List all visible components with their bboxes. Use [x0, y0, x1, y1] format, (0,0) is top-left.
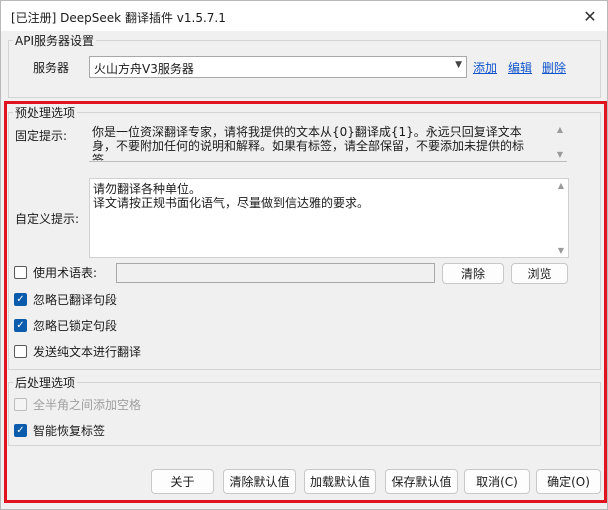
api-server-group-title: API服务器设置: [13, 32, 96, 49]
ok-button[interactable]: 确定(O): [536, 469, 601, 494]
scroll-down-icon: ▼: [557, 246, 565, 255]
add-server-link[interactable]: 添加: [473, 59, 497, 76]
postprocess-group-title: 后处理选项: [13, 374, 78, 391]
server-label: 服务器: [33, 61, 70, 75]
preprocess-group-title: 预处理选项: [13, 104, 78, 121]
glossary-label: 使用术语表:: [33, 266, 98, 280]
scroll-up-icon: ▲: [557, 181, 565, 190]
add-space-row: 全半角之间添加空格: [14, 396, 141, 413]
ignore-translated-checkbox[interactable]: ✓: [14, 293, 27, 306]
glossary-checkbox[interactable]: [14, 266, 27, 279]
custom-prompt-label: 自定义提示:: [15, 212, 80, 226]
delete-server-link[interactable]: 删除: [542, 59, 566, 76]
server-select[interactable]: 火山方舟V3服务器 ▼: [89, 56, 467, 78]
restore-tags-label: 智能恢复标签: [33, 424, 106, 438]
title-bar: [已注册] DeepSeek 翻译插件 v1.5.7.1 ✕: [1, 1, 607, 31]
close-icon[interactable]: ✕: [577, 4, 603, 28]
ignore-locked-row[interactable]: ✓ 忽略已锁定句段: [14, 317, 117, 334]
ignore-translated-row[interactable]: ✓ 忽略已翻译句段: [14, 291, 117, 308]
chevron-down-icon: ▼: [455, 60, 462, 70]
send-plain-text-row[interactable]: 发送纯文本进行翻译: [14, 343, 141, 360]
save-default-button[interactable]: 保存默认值: [385, 469, 458, 494]
load-default-button[interactable]: 加载默认值: [304, 469, 376, 494]
glossary-path-field: [116, 263, 435, 283]
clear-default-button[interactable]: 清除默认值: [223, 469, 296, 494]
ignore-translated-label: 忽略已翻译句段: [33, 293, 118, 307]
scroll-up-icon: ▲: [556, 125, 564, 134]
restore-tags-row[interactable]: ✓ 智能恢复标签: [14, 422, 105, 439]
window-title: [已注册] DeepSeek 翻译插件 v1.5.7.1: [11, 11, 226, 25]
ignore-locked-label: 忽略已锁定句段: [33, 319, 118, 333]
add-space-label: 全半角之间添加空格: [33, 398, 142, 412]
edit-server-link[interactable]: 编辑: [508, 59, 532, 76]
glossary-checkbox-row[interactable]: 使用术语表:: [14, 264, 97, 281]
send-plain-text-label: 发送纯文本进行翻译: [33, 345, 142, 359]
plugin-dialog: [已注册] DeepSeek 翻译插件 v1.5.7.1 ✕ API服务器设置 …: [0, 0, 608, 510]
server-select-value: 火山方舟V3服务器: [94, 62, 194, 76]
scroll-down-icon: ▼: [556, 150, 564, 159]
fixed-prompt-label: 固定提示:: [15, 129, 68, 143]
cancel-button[interactable]: 取消(C): [464, 469, 530, 494]
restore-tags-checkbox[interactable]: ✓: [14, 424, 27, 437]
fixed-prompt-scrollbar[interactable]: ▲ ▼: [553, 123, 567, 161]
ignore-locked-checkbox[interactable]: ✓: [14, 319, 27, 332]
custom-prompt-input[interactable]: 请勿翻译各种单位。 译文请按正规书面化语气，尽量做到信达雅的要求。: [89, 178, 569, 258]
send-plain-text-checkbox[interactable]: [14, 345, 27, 358]
glossary-clear-button[interactable]: 清除: [442, 263, 504, 284]
custom-prompt-scrollbar[interactable]: ▲ ▼: [554, 179, 568, 257]
add-space-checkbox: [14, 398, 27, 411]
glossary-browse-button[interactable]: 浏览: [511, 263, 568, 284]
fixed-prompt-text: 你是一位资深翻译专家，请将我提供的文本从{0}翻译成{1}。永远只回复译文本身，…: [89, 122, 567, 162]
about-button[interactable]: 关于: [151, 469, 214, 494]
